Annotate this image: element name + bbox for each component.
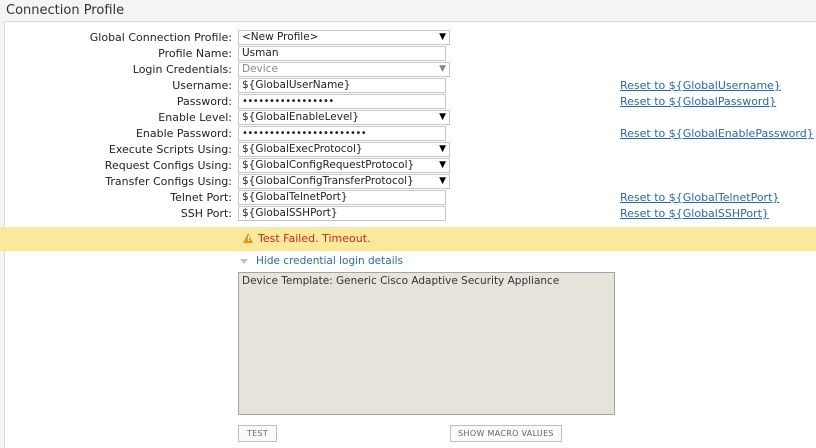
- transfer-configs-select[interactable]: ${GlobalConfigTransferProtocol} ▼: [238, 174, 450, 189]
- execute-scripts-row: Execute Scripts Using: ${GlobalExecProto…: [0, 142, 816, 158]
- test-button[interactable]: TEST: [238, 425, 277, 442]
- page-title: Connection Profile: [6, 3, 125, 18]
- reset-ssh-port-link[interactable]: Reset to ${GlobalSSHPort}: [620, 207, 769, 220]
- enable-level-label: Enable Level:: [158, 111, 232, 124]
- enable-password-label: Enable Password:: [135, 127, 232, 140]
- ssh-port-input[interactable]: ${GlobalSSHPort}: [238, 206, 446, 221]
- transfer-configs-label: Transfer Configs Using:: [105, 175, 232, 188]
- enable-password-input[interactable]: •••••••••••••••••••••••: [238, 126, 446, 141]
- enable-level-value: ${GlobalEnableLevel}: [242, 111, 360, 123]
- profile-name-input[interactable]: Usman: [238, 46, 446, 61]
- profile-name-row: Profile Name: Usman: [0, 46, 816, 62]
- password-label: Password:: [176, 95, 232, 108]
- reset-enable-password-link[interactable]: Reset to ${GlobalEnablePassword}: [620, 127, 814, 140]
- show-macro-values-button[interactable]: SHOW MACRO VALUES: [450, 425, 562, 442]
- request-configs-row: Request Configs Using: ${GlobalConfigReq…: [0, 158, 816, 174]
- dropdown-arrow-icon: ▼: [439, 112, 446, 122]
- credential-details-box: Device Template: Generic Cisco Adaptive …: [238, 272, 615, 415]
- request-configs-value: ${GlobalConfigRequestProtocol}: [242, 159, 415, 171]
- password-input[interactable]: •••••••••••••••••: [238, 94, 446, 109]
- toggle-label: Hide credential login details: [256, 255, 403, 267]
- test-result-alert: ! Test Failed. Timeout.: [0, 227, 816, 251]
- reset-username-link[interactable]: Reset to ${GlobalUsername}: [620, 79, 781, 92]
- username-label: Username:: [172, 79, 232, 92]
- global-connection-profile-row: Global Connection Profile: <New Profile>…: [0, 30, 816, 46]
- enable-level-row: Enable Level: ${GlobalEnableLevel} ▼: [0, 110, 816, 126]
- dropdown-arrow-icon: ▼: [439, 32, 446, 42]
- caret-down-icon: [240, 258, 248, 264]
- global-connection-profile-value: <New Profile>: [242, 31, 319, 43]
- execute-scripts-label: Execute Scripts Using:: [108, 143, 232, 156]
- enable-password-row: Enable Password: •••••••••••••••••••••••…: [0, 126, 816, 142]
- dropdown-arrow-icon: ▼: [439, 160, 446, 170]
- profile-name-label: Profile Name:: [158, 47, 232, 60]
- alert-message: Test Failed. Timeout.: [258, 232, 371, 245]
- ssh-port-row: SSH Port: ${GlobalSSHPort} Reset to ${Gl…: [0, 206, 816, 222]
- username-input[interactable]: ${GlobalUserName}: [238, 78, 446, 93]
- hide-credential-details-toggle[interactable]: Hide credential login details: [240, 255, 403, 267]
- login-credentials-row: Login Credentials: Device ▼: [0, 62, 816, 78]
- dropdown-arrow-icon: ▼: [439, 64, 446, 74]
- execute-scripts-value: ${GlobalExecProtocol}: [242, 143, 363, 155]
- request-configs-label: Request Configs Using:: [104, 159, 232, 172]
- transfer-configs-row: Transfer Configs Using: ${GlobalConfigTr…: [0, 174, 816, 190]
- login-credentials-select[interactable]: Device ▼: [238, 62, 450, 77]
- execute-scripts-select[interactable]: ${GlobalExecProtocol} ▼: [238, 142, 450, 157]
- reset-password-link[interactable]: Reset to ${GlobalPassword}: [620, 95, 776, 108]
- dropdown-arrow-icon: ▼: [439, 176, 446, 186]
- global-connection-profile-label: Global Connection Profile:: [89, 31, 232, 44]
- warning-icon: !: [243, 233, 253, 243]
- username-row: Username: ${GlobalUserName} Reset to ${G…: [0, 78, 816, 94]
- login-credentials-label: Login Credentials:: [132, 63, 232, 76]
- transfer-configs-value: ${GlobalConfigTransferProtocol}: [242, 175, 414, 187]
- device-template-text: Device Template: Generic Cisco Adaptive …: [242, 275, 560, 287]
- telnet-port-label: Telnet Port:: [170, 191, 232, 204]
- telnet-port-input[interactable]: ${GlobalTelnetPort}: [238, 190, 446, 205]
- password-row: Password: ••••••••••••••••• Reset to ${G…: [0, 94, 816, 110]
- telnet-port-row: Telnet Port: ${GlobalTelnetPort} Reset t…: [0, 190, 816, 206]
- ssh-port-label: SSH Port:: [180, 207, 232, 220]
- global-connection-profile-select[interactable]: <New Profile> ▼: [238, 30, 450, 45]
- dropdown-arrow-icon: ▼: [439, 144, 446, 154]
- enable-level-select[interactable]: ${GlobalEnableLevel} ▼: [238, 110, 450, 125]
- login-credentials-value: Device: [242, 63, 278, 75]
- request-configs-select[interactable]: ${GlobalConfigRequestProtocol} ▼: [238, 158, 450, 173]
- reset-telnet-port-link[interactable]: Reset to ${GlobalTelnetPort}: [620, 191, 779, 204]
